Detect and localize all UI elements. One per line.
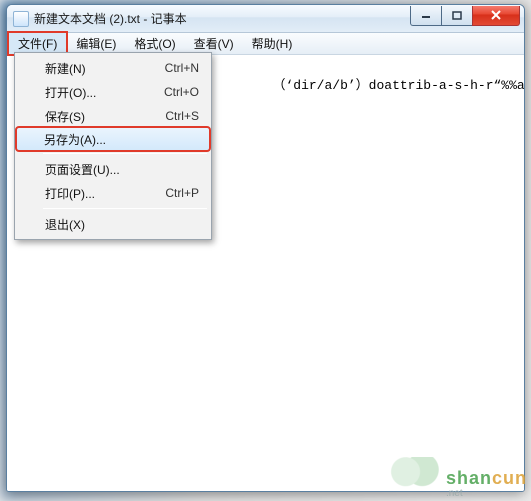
menu-shortcut: Ctrl+P — [165, 186, 199, 200]
menu-item-new[interactable]: 新建(N) Ctrl+N — [17, 56, 209, 80]
watermark-brand-b: cun — [492, 468, 527, 488]
menu-edit[interactable]: 编辑(E) — [67, 33, 125, 54]
close-icon — [490, 10, 502, 20]
menu-item-print[interactable]: 打印(P)... Ctrl+P — [17, 181, 209, 205]
watermark-brand-a: shan — [446, 468, 492, 488]
menu-label: 新建(N) — [45, 60, 165, 77]
menu-label: 打印(P)... — [45, 185, 165, 202]
notepad-app-icon — [13, 11, 29, 27]
menu-help[interactable]: 帮助(H) — [243, 33, 302, 54]
file-dropdown-menu: 新建(N) Ctrl+N 打开(O)... Ctrl+O 保存(S) Ctrl+… — [14, 52, 212, 240]
menu-label: 打开(O)... — [45, 84, 164, 101]
menu-shortcut: Ctrl+N — [165, 61, 199, 75]
menu-shortcut: Ctrl+S — [165, 109, 199, 123]
menu-view[interactable]: 查看(V) — [185, 33, 243, 54]
watermark-logo-icon — [390, 457, 442, 499]
menu-label: 另存为(A)... — [44, 131, 200, 148]
menu-label: 页面设置(U)... — [45, 161, 199, 178]
window-title: 新建文本文档 (2).txt - 记事本 — [34, 10, 411, 27]
menu-item-save[interactable]: 保存(S) Ctrl+S — [17, 104, 209, 128]
close-button[interactable] — [472, 6, 520, 26]
menu-format[interactable]: 格式(O) — [125, 33, 184, 54]
menu-separator — [43, 153, 207, 154]
menu-item-exit[interactable]: 退出(X) — [17, 212, 209, 236]
menu-item-save-as[interactable]: 另存为(A)... — [16, 127, 210, 151]
menu-item-open[interactable]: 打开(O)... Ctrl+O — [17, 80, 209, 104]
menu-label: 退出(X) — [45, 216, 199, 233]
watermark-text: shancun .net — [446, 469, 527, 499]
menu-separator — [43, 208, 207, 209]
editor-content: （‘dir/a/b’）doattrib-a-s-h-r“%%a — [272, 78, 524, 93]
titlebar[interactable]: 新建文本文档 (2).txt - 记事本 — [7, 5, 524, 33]
menu-item-page-setup[interactable]: 页面设置(U)... — [17, 157, 209, 181]
menu-label: 保存(S) — [45, 108, 165, 125]
watermark: shancun .net — [390, 457, 527, 499]
maximize-icon — [452, 11, 462, 20]
minimize-button[interactable] — [410, 6, 442, 26]
maximize-button[interactable] — [441, 6, 473, 26]
window-controls — [411, 6, 520, 26]
menu-shortcut: Ctrl+O — [164, 85, 199, 99]
minimize-icon — [421, 11, 431, 19]
watermark-sub: .net — [446, 489, 463, 499]
